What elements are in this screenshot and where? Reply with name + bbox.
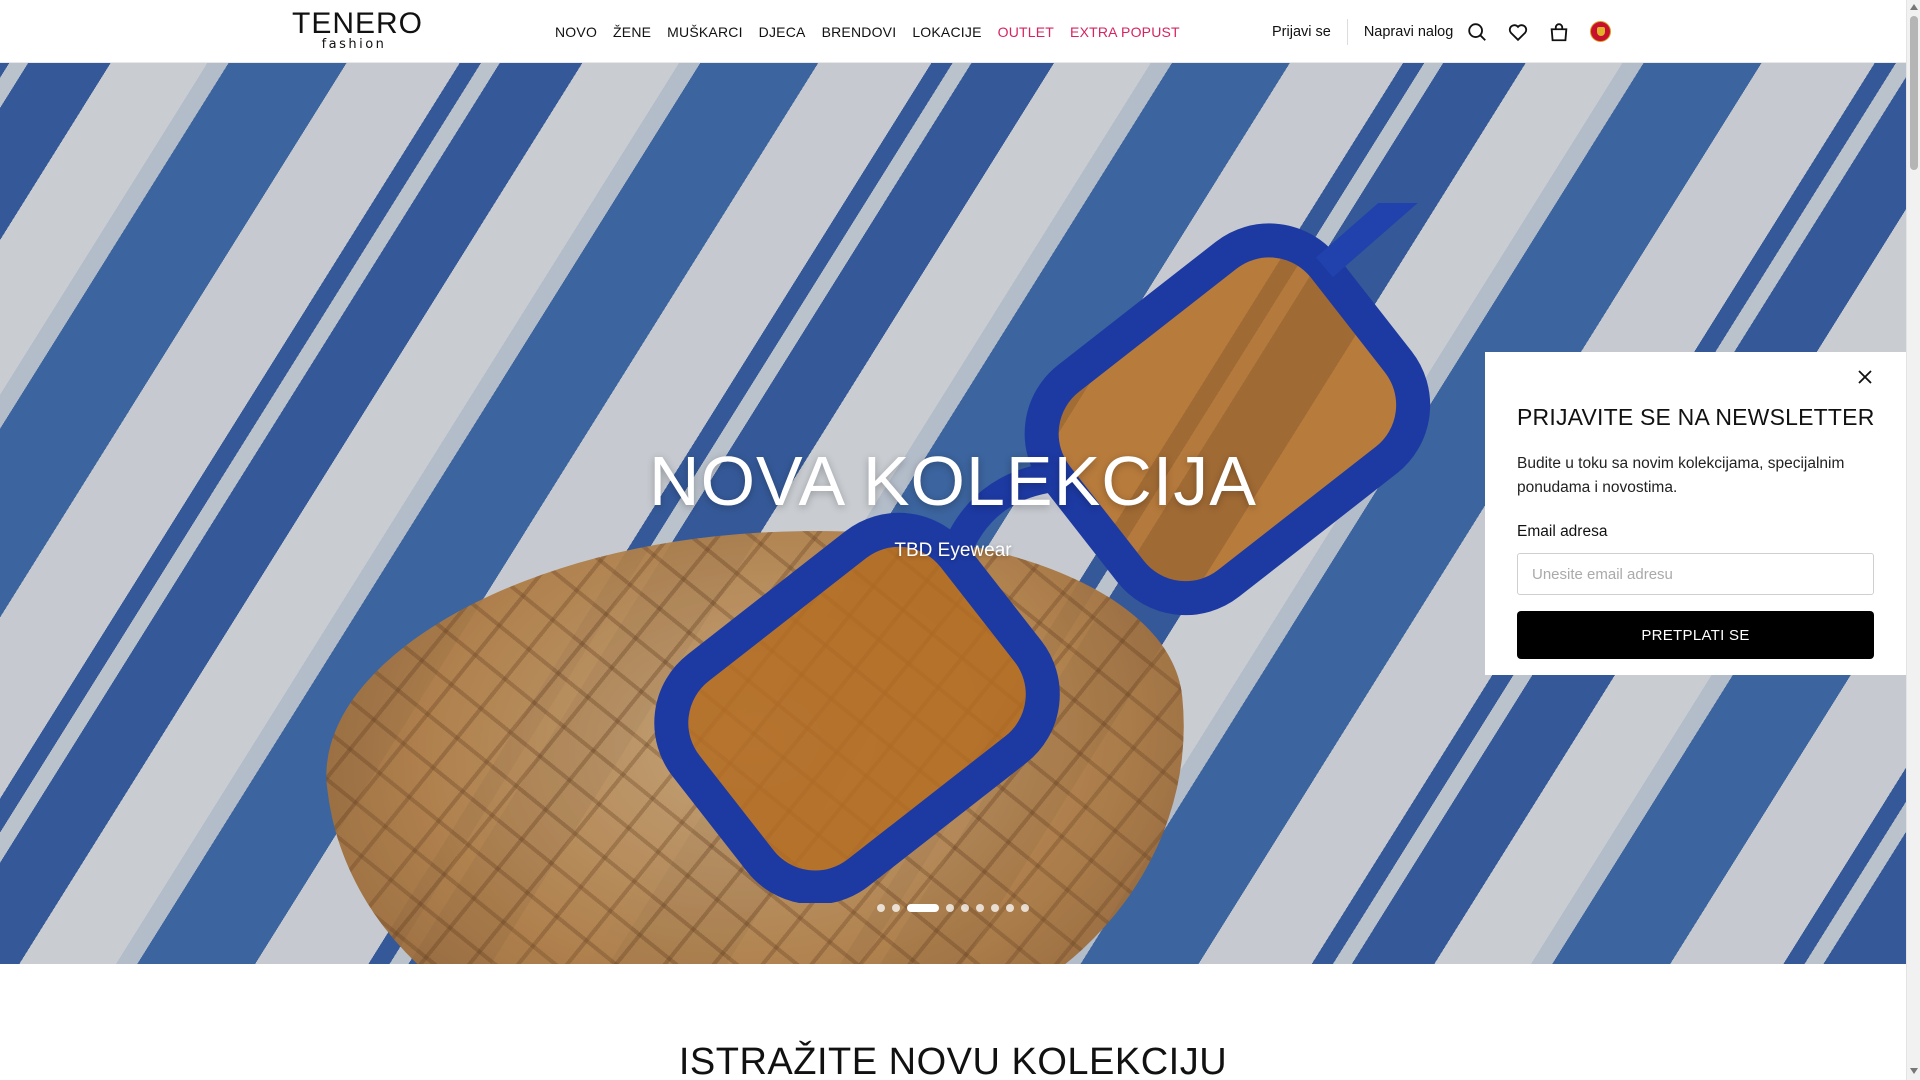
carousel-dot[interactable] bbox=[1006, 904, 1014, 912]
account-links: Prijavi se Napravi nalog bbox=[1272, 0, 1453, 63]
register-link[interactable]: Napravi nalog bbox=[1364, 24, 1453, 40]
header-icons bbox=[1465, 0, 1612, 63]
nav-item-extra-popust[interactable]: EXTRA POPUST bbox=[1070, 24, 1180, 40]
carousel-dots bbox=[0, 904, 1906, 912]
section-title: ISTRAŽITE NOVU KOLEKCIJU bbox=[678, 1041, 1228, 1080]
email-label: Email adresa bbox=[1517, 523, 1608, 540]
montenegro-flag-icon[interactable] bbox=[1588, 20, 1612, 44]
nav-item-muskarci[interactable]: MUŠKARCI bbox=[667, 24, 743, 40]
page-scrollbar[interactable] bbox=[1906, 0, 1920, 1080]
nav-item-brendovi[interactable]: BRENDOVI bbox=[822, 24, 897, 40]
search-icon[interactable] bbox=[1465, 20, 1489, 44]
nav-item-zene[interactable]: ŽENE bbox=[613, 24, 651, 40]
carousel-dot[interactable] bbox=[991, 904, 999, 912]
site-header: TENERO fashion NOVO ŽENE MUŠKARCI DJECA … bbox=[0, 0, 1906, 63]
scroll-down-arrow-icon[interactable] bbox=[1910, 1068, 1918, 1074]
scroll-up-arrow-icon[interactable] bbox=[1910, 4, 1918, 10]
heart-icon[interactable] bbox=[1506, 20, 1530, 44]
newsletter-description: Budite u toku sa novim kolekcijama, spec… bbox=[1517, 455, 1845, 496]
account-divider bbox=[1346, 18, 1348, 45]
carousel-dot[interactable] bbox=[892, 904, 900, 912]
brand-name: TENERO bbox=[292, 7, 424, 40]
close-icon[interactable] bbox=[1854, 366, 1876, 388]
nav-item-outlet[interactable]: OUTLET bbox=[998, 24, 1054, 40]
newsletter-popup: PRIJAVITE SE NA NEWSLETTER Budite u toku… bbox=[1485, 352, 1906, 675]
carousel-dot[interactable] bbox=[1021, 904, 1029, 912]
nav-item-djeca[interactable]: DJECA bbox=[759, 24, 806, 40]
email-field[interactable] bbox=[1517, 553, 1874, 595]
flag-graphic bbox=[1589, 21, 1611, 42]
brand-logo[interactable]: TENERO fashion bbox=[292, 7, 424, 54]
shopping-bag-icon[interactable] bbox=[1547, 20, 1571, 44]
carousel-dot[interactable] bbox=[976, 904, 984, 912]
subscribe-button[interactable]: PRETPLATI SE bbox=[1517, 611, 1874, 659]
newsletter-title: PRIJAVITE SE NA NEWSLETTER bbox=[1517, 404, 1875, 430]
carousel-dot[interactable] bbox=[877, 904, 885, 912]
main-nav: NOVO ŽENE MUŠKARCI DJECA BRENDOVI LOKACI… bbox=[555, 0, 1180, 63]
brand-tagline: fashion bbox=[321, 37, 387, 52]
carousel-dot[interactable] bbox=[961, 904, 969, 912]
nav-item-novo[interactable]: NOVO bbox=[555, 24, 597, 40]
nav-item-lokacije[interactable]: LOKACIJE bbox=[912, 24, 981, 40]
carousel-dot[interactable] bbox=[946, 904, 954, 912]
carousel-dot-active[interactable] bbox=[907, 904, 939, 912]
scrollbar-thumb[interactable] bbox=[1910, 16, 1918, 170]
login-link[interactable]: Prijavi se bbox=[1272, 24, 1331, 40]
